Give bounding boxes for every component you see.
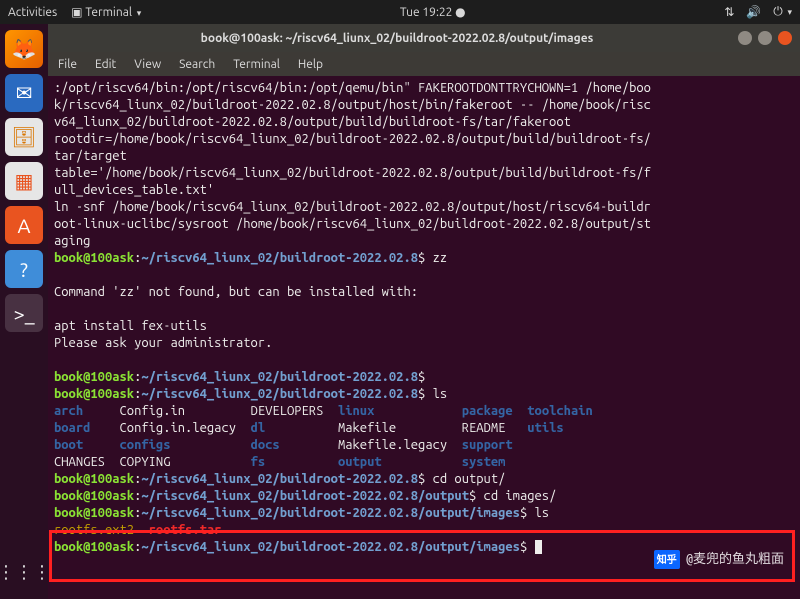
menu-terminal[interactable]: Terminal [233, 58, 280, 71]
menu-file[interactable]: File [58, 58, 77, 71]
software-icon[interactable]: ▦ [5, 162, 43, 200]
network-icon[interactable]: ⇅ [724, 5, 734, 19]
zhihu-logo-icon: 知乎 [654, 550, 680, 569]
minimize-button[interactable] [738, 31, 752, 45]
thunderbird-icon[interactable]: ✉ [5, 74, 43, 112]
dock: 🦊 ✉ 🗄 ▦ A ? >_ ⋮⋮⋮ [0, 24, 48, 599]
help-icon[interactable]: ? [5, 250, 43, 288]
watermark: 知乎@麦兜的鱼丸粗面 [654, 550, 784, 569]
maximize-button[interactable] [758, 31, 772, 45]
app-menu[interactable]: ▣ Terminal ▾ [71, 5, 141, 19]
files-icon[interactable]: 🗄 [5, 118, 43, 156]
show-apps-icon[interactable]: ⋮⋮⋮ [5, 553, 43, 591]
titlebar[interactable]: book@100ask: ~/riscv64_liunx_02/buildroo… [48, 24, 800, 52]
menu-view[interactable]: View [134, 58, 161, 71]
terminal-icon[interactable]: >_ [5, 294, 43, 332]
menu-search[interactable]: Search [179, 58, 215, 71]
menu-help[interactable]: Help [298, 58, 323, 71]
window-title: book@100ask: ~/riscv64_liunx_02/buildroo… [56, 32, 738, 45]
menubar: File Edit View Search Terminal Help [48, 52, 800, 76]
ubuntu-software-icon[interactable]: A [5, 206, 43, 244]
volume-icon[interactable]: 🔊 [746, 5, 761, 19]
close-button[interactable] [778, 31, 792, 45]
terminal-content[interactable]: :/opt/riscv64/bin:/opt/riscv64/bin:/opt/… [48, 76, 800, 599]
firefox-icon[interactable]: 🦊 [5, 30, 43, 68]
gnome-topbar: Activities ▣ Terminal ▾ Tue 19:22 ● ⇅ 🔊 … [0, 0, 800, 24]
menu-edit[interactable]: Edit [95, 58, 116, 71]
clock[interactable]: Tue 19:22 ● [141, 5, 724, 19]
activities-button[interactable]: Activities [8, 6, 57, 19]
terminal-window: book@100ask: ~/riscv64_liunx_02/buildroo… [48, 24, 800, 599]
power-icon[interactable]: ⏻ ▾ [773, 5, 792, 19]
